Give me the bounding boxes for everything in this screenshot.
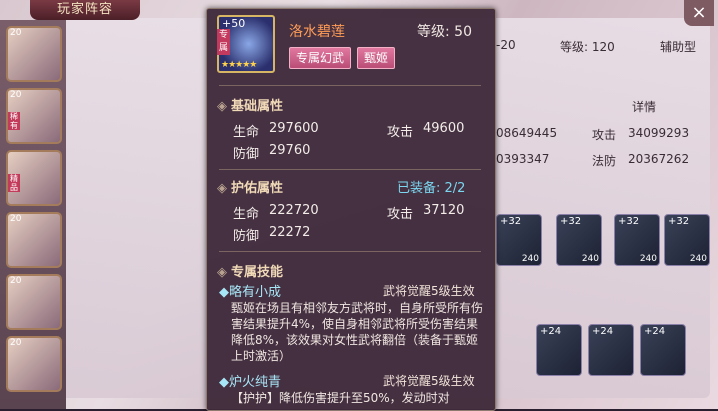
bg-partial: -20 [496, 38, 516, 52]
base-attr-heading: ◈ 基础属性 [217, 95, 283, 114]
bg-level: 等级: 120 [560, 40, 615, 54]
hero-level: 20 [10, 90, 22, 100]
hero-list: 20 20 稀有 精品 20 20 20 [0, 20, 66, 409]
skill-name: ◆炉火纯青 [219, 375, 281, 390]
atk-value: 37120 [423, 203, 465, 218]
hero-slot[interactable]: 20 [6, 26, 62, 82]
star-rating: ★★★★★ [221, 60, 257, 70]
base-attr-title: 基础属性 [231, 99, 284, 114]
equipped-count: 已装备: 2/2 [397, 181, 466, 196]
def-value: 22272 [269, 225, 311, 240]
hero-slot[interactable]: 20 [6, 336, 62, 392]
bg-stat: 法防 [592, 154, 617, 168]
hero-level: 20 [10, 28, 22, 38]
skill-condition: 武将觉醒5级生效 [383, 374, 475, 388]
hero-level: 20 [10, 338, 22, 348]
hero-rarity-tag: 稀有 [8, 112, 20, 130]
equip-plus: +32 [618, 216, 640, 227]
equip-card[interactable]: +32 240 [496, 214, 542, 266]
divider [219, 169, 481, 170]
hero-slot[interactable]: 精品 [6, 150, 62, 206]
tag-exclusive-weapon: 专属幻武 [289, 47, 352, 69]
detail-link[interactable]: 详情 [632, 98, 656, 115]
equip-card[interactable]: +32 240 [664, 214, 710, 266]
equip-num: 240 [581, 254, 599, 264]
item-name: 洛水碧莲 [289, 24, 345, 40]
equip-num: 240 [689, 254, 707, 264]
bg-stat: 攻击 [592, 128, 617, 142]
item-tooltip: +50 专属 ★★★★★ 洛水碧莲 等级: 50 专属幻武 甄姬 ◈ 基础属性 生… [206, 8, 496, 411]
bg-stat: 34099293 [628, 126, 690, 140]
tag-hero: 甄姬 [357, 47, 396, 69]
hero-rarity-tag: 精品 [8, 174, 20, 192]
protect-attr-title: 护佑属性 [231, 181, 284, 196]
equip-plus: +32 [560, 216, 582, 227]
atk-value: 49600 [423, 121, 465, 136]
atk-label: 攻击 [387, 125, 414, 140]
skill-description: 甄姬在场且有相邻友方武将时，自身所受所有伤害结果提升4%，使自身相邻武将所受伤害… [231, 301, 484, 363]
def-value: 29760 [269, 143, 311, 158]
equip-num: 240 [521, 254, 539, 264]
atk-label: 攻击 [387, 207, 414, 222]
item-level: 等级: 50 [417, 24, 472, 40]
equip-card[interactable]: +24 [536, 324, 582, 376]
def-label: 防御 [233, 229, 260, 244]
diamond-icon: ◈ [217, 181, 227, 196]
hp-label: 生命 [233, 207, 260, 222]
equip-card[interactable]: +32 240 [614, 214, 660, 266]
equip-plus: +24 [592, 326, 614, 337]
equip-plus: +24 [644, 326, 666, 337]
equip-plus: +24 [540, 326, 562, 337]
diamond-icon: ◈ [217, 99, 227, 114]
bg-stat: 08649445 [496, 126, 558, 140]
equip-num: 240 [639, 254, 657, 264]
equip-plus: +32 [500, 216, 522, 227]
def-label: 防御 [233, 147, 260, 162]
equip-card[interactable]: +24 [588, 324, 634, 376]
bg-role: 辅助型 [660, 40, 697, 54]
hero-level: 20 [10, 276, 22, 286]
hero-slot[interactable]: 20 稀有 [6, 88, 62, 144]
hp-value: 222720 [269, 203, 319, 218]
close-button[interactable]: × [684, 0, 714, 26]
exclusive-badge: 专属 [217, 29, 230, 55]
skill-title: 专属技能 [231, 265, 284, 280]
equip-card[interactable]: +32 240 [556, 214, 602, 266]
equip-card[interactable]: +24 [640, 324, 686, 376]
item-icon: +50 专属 ★★★★★ [217, 15, 275, 73]
diamond-icon: ◈ [217, 265, 227, 280]
divider [219, 251, 481, 252]
skill-name: ◆略有小成 [219, 285, 281, 300]
hero-level: 20 [10, 214, 22, 224]
bg-stat: 0393347 [496, 152, 550, 166]
equip-plus: +32 [668, 216, 690, 227]
divider [219, 85, 481, 86]
hp-value: 297600 [269, 121, 319, 136]
hero-slot[interactable]: 20 [6, 274, 62, 330]
hero-slot[interactable]: 20 [6, 212, 62, 268]
skill-condition: 武将觉醒5级生效 [383, 284, 475, 298]
bg-stat: 20367262 [628, 152, 690, 166]
protect-attr-heading: ◈ 护佑属性 [217, 177, 283, 196]
skill-description: 【护护】降低伤害提升至50%，发动时对 [231, 391, 450, 405]
skill-heading: ◈ 专属技能 [217, 261, 283, 280]
hp-label: 生命 [233, 125, 260, 140]
panel-title: 玩家阵容 [30, 0, 140, 20]
